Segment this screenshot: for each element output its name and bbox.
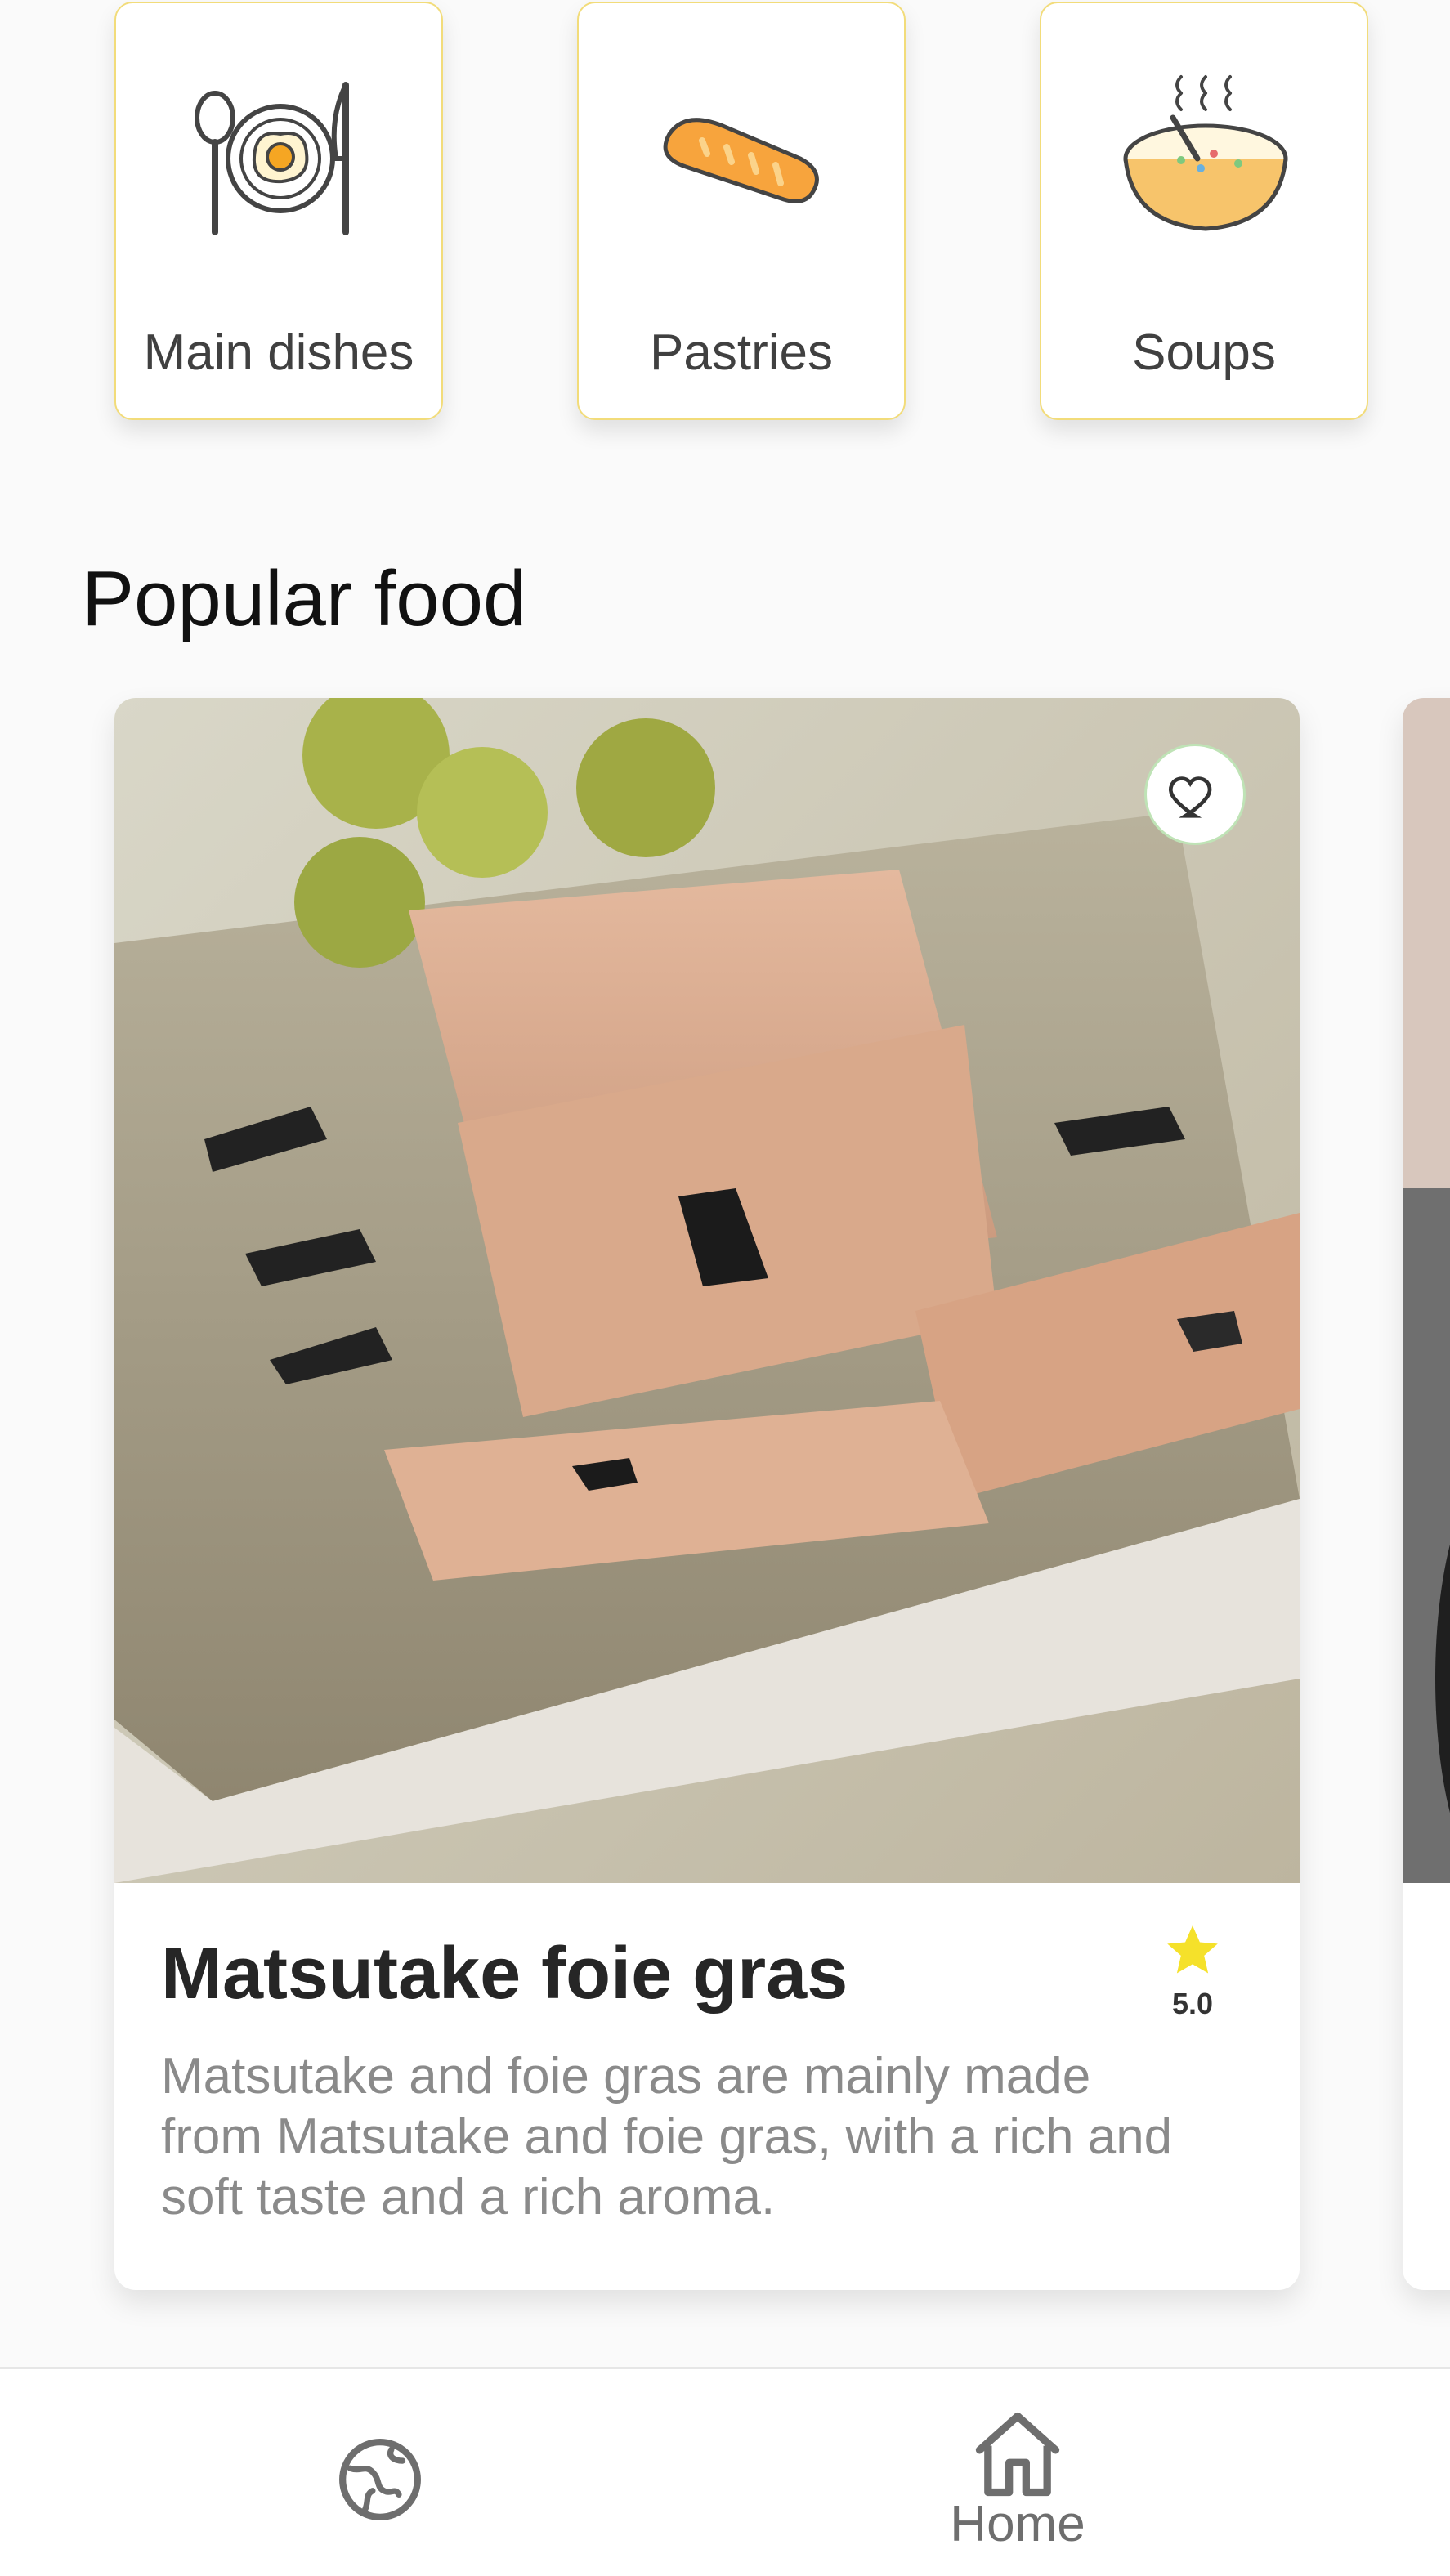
food-card-next[interactable] [1403,698,1450,2290]
food-photo [114,698,1300,1883]
rating: 5.0 [1148,1921,1237,2021]
category-label: Main dishes [143,324,414,381]
globe-icon [339,2439,421,2520]
favorite-button[interactable] [1144,744,1246,845]
food-title: Matsutake foie gras [161,1933,848,2015]
category-soups[interactable]: Soups [1040,2,1368,420]
food-photo-next [1403,698,1450,1883]
bottom-nav: Home [0,2367,1450,2576]
category-main-dishes[interactable]: Main dishes [114,2,443,420]
food-description: Matsutake and foie gras are mainly made … [161,2048,1173,2225]
soup-bowl-icon [1123,75,1288,231]
nav-home-label: Home [950,2496,1085,2552]
nav-explore[interactable] [0,2369,725,2576]
category-label: Pastries [650,324,833,381]
star-icon [1167,1925,1218,1974]
category-label: Soups [1132,324,1276,381]
rating-value: 5.0 [1171,1987,1214,2020]
heart-outline-icon [1169,776,1212,818]
section-title: Popular food [82,555,527,642]
plate-icon [195,82,349,235]
home-icon [975,2412,1060,2497]
bread-icon [663,118,819,203]
app-screen: Main dishes Pastries Soups Popular food [0,0,1450,2576]
food-card[interactable]: Matsutake foie gras 5.0 Matsutake and fo… [114,698,1300,2290]
category-pastries[interactable]: Pastries [577,2,906,420]
